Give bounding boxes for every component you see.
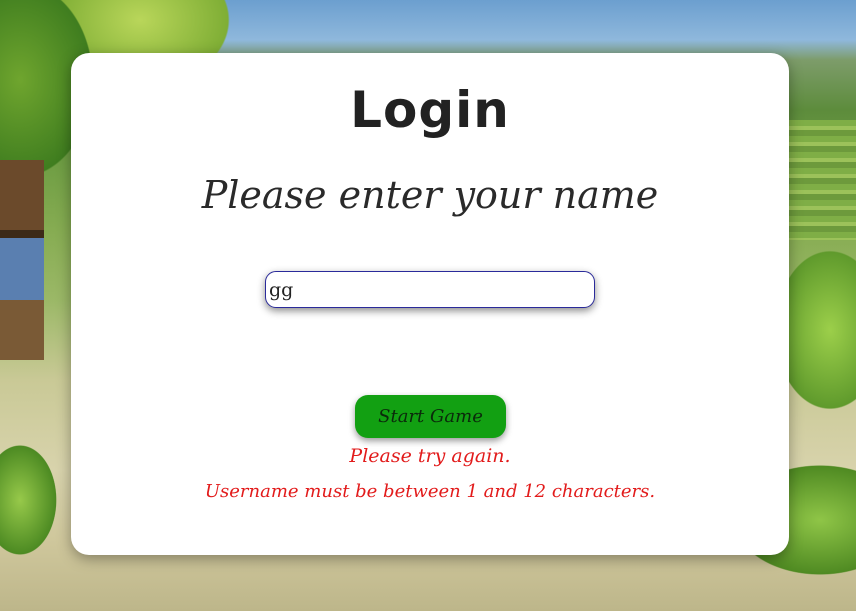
- username-input[interactable]: [265, 271, 595, 308]
- validation-message: Username must be between 1 and 12 charac…: [204, 481, 656, 502]
- name-prompt: Please enter your name: [201, 173, 659, 217]
- login-title: Login: [350, 81, 510, 139]
- background-hut: [0, 160, 44, 360]
- login-card: Login Please enter your name Start Game …: [71, 53, 789, 555]
- background-foliage: [780, 120, 856, 240]
- error-message: Please try again.: [349, 445, 511, 467]
- start-game-button[interactable]: Start Game: [355, 395, 506, 438]
